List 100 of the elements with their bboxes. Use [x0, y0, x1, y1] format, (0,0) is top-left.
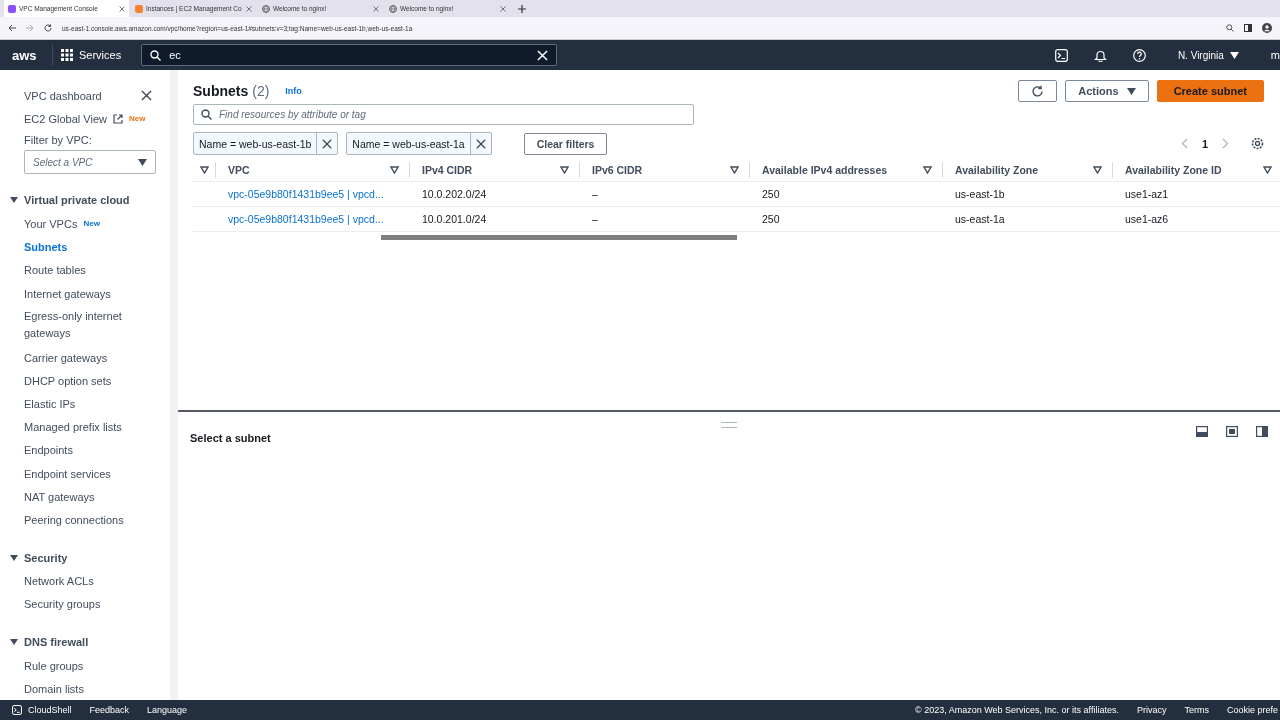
panel-side-icon[interactable] [1226, 425, 1238, 437]
clear-filters-button[interactable]: Clear filters [523, 132, 608, 155]
search-field[interactable]: ec [141, 44, 558, 66]
globe-icon [389, 4, 397, 13]
sort-caret-icon[interactable] [560, 166, 569, 174]
sort-caret-icon[interactable] [730, 166, 739, 174]
footer-link[interactable]: Terms [1184, 705, 1209, 715]
resize-handle[interactable] [721, 422, 737, 428]
new-label: New [128, 114, 146, 124]
search-icon [150, 49, 162, 61]
filter-token[interactable]: Name = web-us-east-1a [346, 132, 492, 155]
actions-button[interactable]: Actions [1065, 80, 1149, 102]
column-header[interactable]: IPv4 CIDR [409, 162, 579, 178]
scrollbar-thumb[interactable] [381, 235, 737, 240]
page-number[interactable]: 1 [1201, 137, 1208, 150]
create-subnet-button[interactable]: Create subnet [1156, 80, 1264, 102]
subnet-count: (2) [252, 83, 270, 99]
back-icon[interactable] [8, 24, 16, 32]
sidebar-item[interactable]: Egress-only internet gateways [0, 305, 170, 347]
panel-right-icon[interactable] [1256, 425, 1268, 437]
reload-icon[interactable] [44, 24, 52, 32]
close-icon[interactable] [500, 5, 506, 12]
table-cell-text: us-east-1a [954, 213, 1006, 225]
language-link[interactable]: Language [147, 705, 188, 715]
sidebar-item[interactable]: Elastic IPs [0, 392, 170, 416]
bell-icon[interactable] [1093, 48, 1107, 62]
caret-down-icon [1126, 87, 1136, 95]
close-icon[interactable] [141, 90, 152, 102]
close-icon[interactable] [373, 5, 379, 12]
remove-filter-icon[interactable] [475, 138, 486, 149]
new-tab-icon[interactable] [518, 4, 526, 13]
table-cell-text: use1-az1 [1124, 188, 1170, 200]
external-link-icon [112, 113, 123, 124]
close-icon[interactable] [119, 5, 125, 12]
caret-down-icon [138, 158, 147, 166]
sidebar-item[interactable]: Endpoint services [0, 462, 170, 486]
footer-link[interactable]: Privacy [1136, 705, 1167, 715]
column-header[interactable]: Availability Zone ID [1112, 162, 1280, 178]
table-cell-text: 10.0.201.0/24 [421, 213, 488, 225]
sort-caret-icon[interactable] [1263, 166, 1272, 174]
table-cell-text: use1-az6 [1124, 213, 1170, 225]
sort-caret-icon[interactable] [199, 166, 209, 174]
account-menu[interactable]: m [1270, 49, 1280, 61]
zoom-icon[interactable] [1226, 24, 1234, 32]
refresh-button[interactable] [1018, 80, 1058, 102]
help-icon[interactable] [1132, 48, 1146, 62]
section-header[interactable]: Virtual private cloud [0, 188, 140, 213]
sidebar-item[interactable]: EC2 Global View New [0, 107, 170, 131]
vpc-link[interactable]: vpc-05e9b80f1431b9ee5 | vpcd... [215, 213, 409, 225]
sidebar-item[interactable]: Subnets [0, 235, 170, 259]
terminal-icon[interactable] [1054, 48, 1068, 62]
sidebar-item[interactable]: Rule groups [0, 654, 170, 678]
sidebar-item[interactable]: Route tables [0, 258, 170, 282]
sidebar-item[interactable]: Your VPCs New [0, 212, 170, 236]
column-header[interactable]: VPC [215, 162, 409, 178]
sort-caret-icon[interactable] [1093, 166, 1102, 174]
sidebar-item[interactable]: Endpoints [0, 438, 170, 463]
sidebar-item[interactable]: Network ACLs [0, 569, 170, 593]
table-cell-text: 10.0.202.0/24 [421, 188, 488, 200]
region-menu[interactable]: N. Virginia [1171, 48, 1245, 62]
panel-bottom-icon[interactable] [1196, 425, 1208, 437]
aws-logo[interactable]: aws [12, 47, 40, 63]
sort-caret-icon[interactable] [390, 166, 399, 174]
cloudshell-button[interactable]: CloudShell [12, 705, 72, 715]
sidebar-item[interactable]: DHCP option sets [0, 369, 170, 393]
services-menu[interactable]: Services [52, 45, 130, 65]
column-header[interactable]: Availability Zone [942, 162, 1112, 178]
caret-down-icon [10, 638, 18, 646]
sidebar-item[interactable]: Domain lists [0, 677, 170, 700]
page-title: Subnets [193, 83, 249, 99]
sidebar-item[interactable]: Carrier gateways [0, 346, 170, 370]
column-header[interactable]: Available IPv4 addresses [749, 162, 942, 178]
section-header[interactable]: Security [0, 545, 78, 570]
sort-caret-icon[interactable] [923, 166, 932, 174]
section-header[interactable]: DNS firewall [0, 630, 99, 654]
sidebar-item[interactable]: Internet gateways [0, 281, 170, 306]
new-label: New [83, 219, 100, 229]
search-field[interactable]: Find resources by attribute or tag [193, 104, 694, 125]
sidebar-item[interactable]: Peering connections [0, 508, 170, 532]
sidebar-item[interactable]: Security groups [0, 592, 170, 616]
profile-icon[interactable] [1262, 23, 1272, 33]
caret-down-icon [1229, 51, 1239, 59]
sidebar-item[interactable]: Managed prefix lists [0, 415, 170, 439]
tab-favicon-icon [8, 4, 16, 13]
refresh-icon [1031, 84, 1045, 98]
side-panel-icon[interactable] [1244, 24, 1252, 32]
remove-filter-icon[interactable] [322, 138, 333, 149]
clear-icon[interactable] [537, 49, 549, 61]
footer-link[interactable]: Cookie prefe [1226, 705, 1278, 715]
caret-down-icon [10, 553, 18, 562]
close-icon[interactable] [246, 5, 252, 12]
vpc-link[interactable]: vpc-05e9b80f1431b9ee5 | vpcd... [215, 188, 409, 200]
info-link[interactable]: Info [285, 86, 302, 96]
filter-token[interactable]: Name = web-us-east-1b [193, 132, 339, 155]
vpc-select[interactable]: Select a VPC [24, 150, 156, 175]
sidebar-item[interactable]: VPC dashboard [0, 84, 126, 108]
settings-icon[interactable] [1251, 137, 1264, 150]
column-header[interactable]: IPv6 CIDR [579, 162, 749, 178]
feedback-link[interactable]: Feedback [89, 705, 130, 715]
sidebar-item[interactable]: NAT gateways [0, 485, 170, 509]
